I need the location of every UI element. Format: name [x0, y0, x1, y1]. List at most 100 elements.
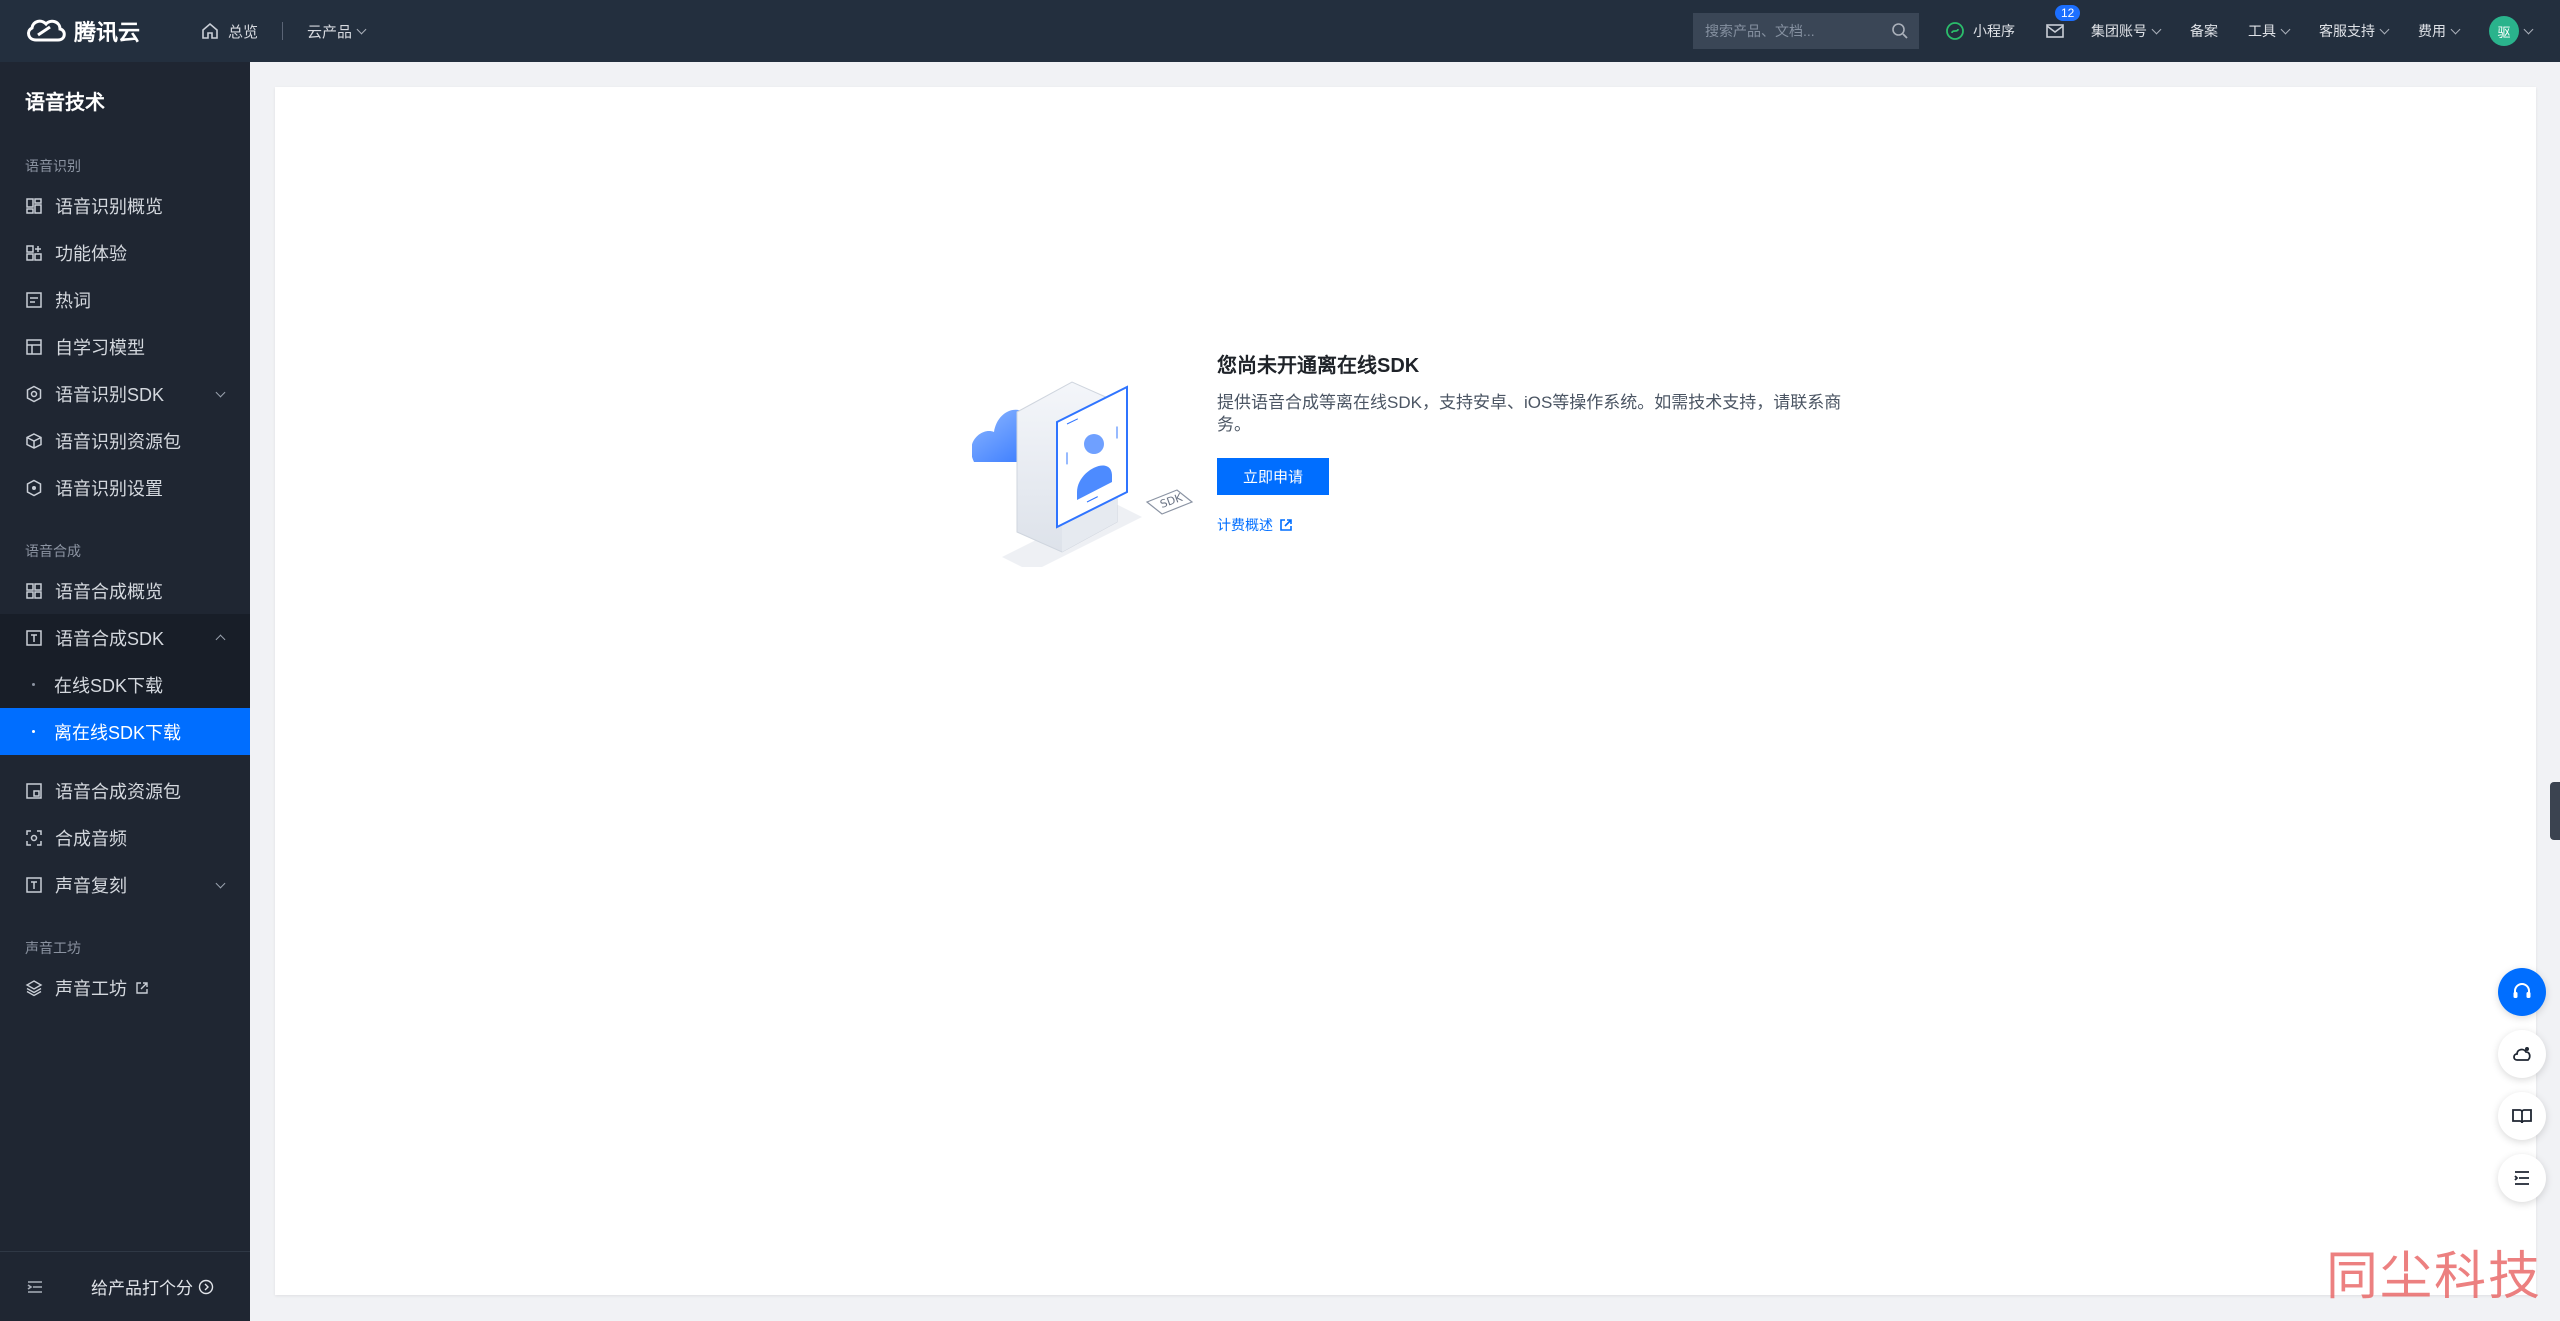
sidebar-item-asr-settings[interactable]: 语音识别设置: [0, 464, 250, 511]
text-box-icon: [26, 876, 42, 893]
sidebar-item-hotwords[interactable]: 热词: [0, 276, 250, 323]
user-menu[interactable]: 驱: [2489, 16, 2534, 46]
menu-list-button[interactable]: [2498, 1154, 2546, 1202]
billing-dropdown[interactable]: 费用: [2418, 21, 2461, 41]
nav-products-label: 云产品: [307, 23, 353, 41]
chevron-down-icon: [2523, 24, 2534, 34]
sidebar-item-label: 声音复刻: [55, 875, 127, 896]
chevron-down-icon: [356, 24, 367, 34]
sidebar-item-offline-sdk-download[interactable]: 离在线SDK下载: [0, 708, 250, 755]
sidebar-item-label: 在线SDK下载: [54, 675, 164, 696]
message-count-badge: 12: [2055, 5, 2081, 21]
search-icon[interactable]: [1891, 22, 1909, 40]
brand-logo[interactable]: 腾讯云: [24, 0, 150, 62]
sidebar-item-asr-sdk[interactable]: 语音识别SDK: [0, 370, 250, 417]
dashboard-icon: [26, 197, 42, 214]
book-icon: [2512, 1109, 2532, 1124]
mail-icon: [2046, 24, 2064, 38]
sidebar-item-label: 语音识别SDK: [55, 384, 165, 405]
global-search[interactable]: [1693, 13, 1919, 49]
chevron-down-icon: [2151, 24, 2162, 34]
customer-service-button[interactable]: [2498, 968, 2546, 1016]
floating-toolbar: [2498, 968, 2548, 1216]
package-icon: [26, 432, 42, 449]
sidebar-item-asr-package[interactable]: 语音识别资源包: [0, 417, 250, 464]
sidebar-group-tts: 语音合成: [25, 543, 81, 559]
chevron-down-icon: [215, 878, 226, 889]
sidebar-item-synthesized-audio[interactable]: 合成音频: [0, 814, 250, 861]
empty-state-description: 提供语音合成等离在线SDK，支持安卓、iOS等操作系统。如需技术支持，请联系商务…: [1217, 393, 1842, 434]
dashboard-icon: [26, 582, 42, 599]
nav-products-dropdown[interactable]: 云产品: [307, 21, 367, 42]
cloud-icon: [2513, 1047, 2531, 1061]
edge-handle[interactable]: [2550, 782, 2560, 840]
sidebar-footer: 给产品打个分: [0, 1251, 250, 1321]
collapse-menu-icon[interactable]: [25, 1277, 45, 1297]
sidebar-item-online-sdk-download[interactable]: 在线SDK下载: [0, 661, 250, 708]
support-dropdown[interactable]: 客服支持: [2319, 21, 2390, 41]
sidebar-item-label: 自学习模型: [55, 337, 145, 358]
chevron-up-icon: [215, 634, 226, 645]
top-bar: 腾讯云 总览 云产品 小程序 12 集团账号 备案 工具: [0, 0, 2560, 62]
home-icon: [202, 22, 218, 39]
docs-button[interactable]: [2498, 1092, 2546, 1140]
support-label: 客服支持: [2319, 23, 2375, 39]
nav-home[interactable]: 总览: [200, 21, 258, 42]
sidebar-item-feature-demo[interactable]: 功能体验: [0, 229, 250, 276]
nav-home-label: 总览: [228, 23, 259, 41]
grid-plus-icon: [26, 244, 42, 261]
sidebar-item-label: 语音识别设置: [55, 478, 163, 499]
brand-name: 腾讯云: [74, 20, 141, 45]
filing-link[interactable]: 备案: [2190, 21, 2218, 41]
sidebar-item-asr-overview[interactable]: 语音识别概览: [0, 182, 250, 229]
sidebar-item-tts-overview[interactable]: 语音合成概览: [0, 567, 250, 614]
group-account-dropdown[interactable]: 集团账号: [2091, 21, 2162, 41]
tools-label: 工具: [2248, 23, 2276, 39]
filing-label: 备案: [2190, 23, 2218, 39]
avatar: 驱: [2489, 16, 2519, 46]
hexagon-gear-icon: [26, 385, 42, 402]
sidebar-group-studio: 声音工坊: [25, 940, 81, 956]
sidebar-item-label: 离在线SDK下载: [54, 722, 182, 743]
text-box-icon: [26, 629, 42, 646]
tencent-cloud-logo-icon: [27, 19, 66, 42]
sidebar-item-label: 语音识别概览: [55, 196, 163, 217]
main-content-card: SDK 您尚未开通离在线SDK 提供语音合成等离在线SDK，支持安卓、iOS等操…: [275, 87, 2536, 1295]
sidebar-item-label: 功能体验: [55, 243, 127, 264]
search-input[interactable]: [1693, 23, 1883, 39]
rate-product-button[interactable]: 给产品打个分: [91, 1274, 214, 1299]
sidebar-item-label: 语音合成SDK: [55, 628, 165, 649]
sidebar-item-label: 语音合成资源包: [55, 781, 181, 802]
sidebar-item-tts-package[interactable]: 语音合成资源包: [0, 767, 250, 814]
billing-overview-link[interactable]: 计费概述: [1217, 515, 1293, 535]
sidebar-item-self-learning-model[interactable]: 自学习模型: [0, 323, 250, 370]
sidebar-item-label: 合成音频: [55, 828, 127, 849]
mini-program-icon: [1946, 22, 1964, 40]
layers-icon: [25, 979, 43, 996]
messages-button[interactable]: 12: [2045, 5, 2081, 41]
billing-overview-label: 计费概述: [1217, 517, 1273, 533]
billing-label: 费用: [2418, 23, 2446, 39]
scan-frame-icon: [26, 829, 42, 846]
apply-now-button[interactable]: 立即申请: [1217, 458, 1329, 495]
sidebar-title: 语音技术: [25, 92, 105, 114]
watermark: 同尘科技: [2325, 1247, 2542, 1307]
sidebar-group-asr: 语音识别: [25, 158, 81, 174]
sidebar-item-label: 声音工坊: [55, 978, 127, 999]
group-account-label: 集团账号: [2091, 23, 2147, 39]
settings-icon: [26, 479, 42, 496]
package-box-icon: [26, 782, 42, 799]
sidebar-item-label: 语音合成概览: [55, 581, 163, 602]
sidebar-item-tts-sdk[interactable]: 语音合成SDK: [0, 614, 250, 661]
mini-program-link[interactable]: 小程序: [1945, 21, 2015, 41]
document-edit-icon: [26, 291, 42, 308]
chevron-down-icon: [215, 387, 226, 398]
sidebar-item-voice-studio[interactable]: 声音工坊: [0, 964, 250, 1011]
nav-separator: [282, 22, 284, 40]
cloud-assistant-button[interactable]: [2498, 1030, 2546, 1078]
tools-dropdown[interactable]: 工具: [2248, 21, 2291, 41]
mini-program-label: 小程序: [1973, 23, 2015, 39]
arrow-circle-icon: [198, 1279, 214, 1294]
chevron-down-icon: [2450, 24, 2461, 34]
sidebar-item-voice-clone[interactable]: 声音复刻: [0, 861, 250, 908]
